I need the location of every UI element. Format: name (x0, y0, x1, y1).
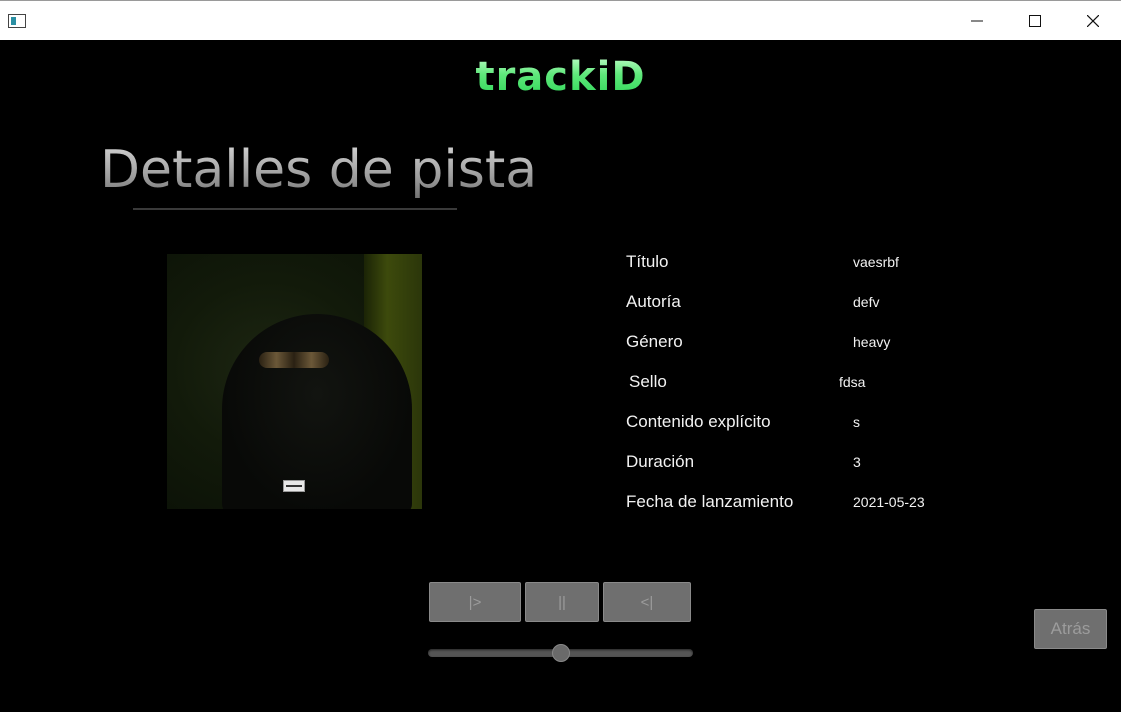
maximize-icon (1029, 14, 1041, 27)
detail-row-genero: Género heavy (626, 325, 966, 365)
detail-row-fecha-lanzamiento: Fecha de lanzamiento 2021-05-23 (626, 485, 966, 525)
back-button[interactable]: Atrás (1034, 609, 1107, 649)
title-underline (133, 208, 457, 210)
pause-button[interactable]: || (525, 582, 599, 622)
brand-logo: trackiD (0, 54, 1121, 100)
detail-value: fdsa (839, 374, 866, 390)
detail-label: Título (626, 252, 669, 271)
play-button[interactable]: |> (429, 582, 521, 622)
maximize-button[interactable] (1006, 1, 1064, 40)
detail-value: heavy (853, 334, 891, 350)
detail-label: Autoría (626, 292, 681, 311)
detail-value: s (853, 414, 860, 430)
detail-row-titulo: Título vaesrbf (626, 245, 966, 285)
detail-row-autoria: Autoría defv (626, 285, 966, 325)
detail-label: Contenido explícito (626, 412, 771, 431)
rewind-button[interactable]: <| (603, 582, 691, 622)
detail-label: Duración (626, 452, 695, 471)
detail-label: Fecha de lanzamiento (626, 492, 794, 511)
detail-row-contenido-explicito: Contenido explícito s (626, 405, 966, 445)
detail-row-sello: Sello fdsa (626, 365, 966, 405)
page-title: Detalles de pista (100, 140, 538, 200)
parental-advisory-icon (283, 480, 305, 492)
detail-value: defv (853, 294, 880, 310)
detail-label: Género (626, 332, 683, 351)
minimize-icon (971, 15, 983, 27)
progress-slider-thumb[interactable] (552, 644, 570, 662)
main-content: trackiD Detalles de pista Título vaesrbf… (0, 40, 1121, 712)
album-cover-image (167, 254, 422, 509)
detail-value: vaesrbf (853, 254, 899, 270)
window-titlebar (0, 0, 1121, 40)
detail-label: Sello (629, 372, 667, 391)
minimize-button[interactable] (948, 1, 1006, 40)
detail-value: 3 (853, 454, 861, 470)
detail-value: 2021-05-23 (853, 494, 925, 510)
window-icon (8, 14, 26, 28)
detail-row-duracion: Duración 3 (626, 445, 966, 485)
close-button[interactable] (1064, 1, 1121, 40)
close-icon (1087, 14, 1099, 27)
